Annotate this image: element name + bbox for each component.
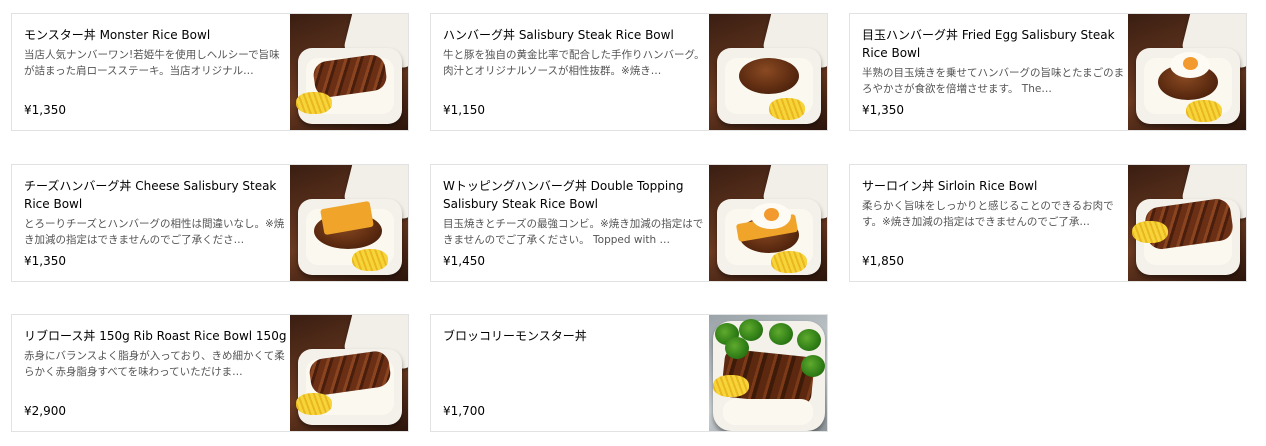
- steak-rice-bowl-photo: [290, 14, 408, 130]
- menu-item-price: ¥1,350: [862, 103, 904, 117]
- menu-item-title: チーズハンバーグ丼 Cheese Salisbury Steak Rice Bo…: [24, 179, 277, 211]
- menu-item-description: 赤身にバランスよく脂身が入っており、きめ細かくて柔らかく赤身脂身すべてを味わって…: [24, 350, 285, 378]
- broccoli-monster-bowl-photo: [709, 315, 827, 431]
- menu-item-card[interactable]: ブロッコリーモンスター丼 ¥1,700: [430, 314, 828, 432]
- menu-item-title: 目玉ハンバーグ丼 Fried Egg Salisbury Steak Rice …: [862, 28, 1115, 60]
- fried-egg-hamburg-photo: [1128, 14, 1246, 130]
- menu-item-description: 目玉焼きとチーズの最強コンビ。※焼き加減の指定はできませんのでご了承ください。 …: [443, 218, 704, 246]
- menu-item-title: モンスター丼 Monster Rice Bowl: [24, 28, 211, 42]
- menu-item-price: ¥2,900: [24, 404, 66, 418]
- menu-item-price: ¥1,350: [24, 254, 66, 268]
- menu-item-card[interactable]: Wトッピングハンバーグ丼 Double Topping Salisbury St…: [430, 164, 828, 282]
- double-topping-hamburg-photo: [709, 165, 827, 281]
- menu-item-description: とろーりチーズとハンバーグの相性は間違いなし。※焼き加減の指定はできませんのでご…: [24, 218, 285, 246]
- menu-item-title: サーロイン丼 Sirloin Rice Bowl: [862, 179, 1038, 193]
- menu-item-description: 牛と豚を独自の黄金比率で配合した手作りハンバーグ。肉汁とオリジナルソースが相性抜…: [443, 49, 705, 77]
- menu-item-title: ブロッコリーモンスター丼: [443, 329, 587, 343]
- menu-item-price: ¥1,850: [862, 254, 904, 268]
- menu-item-card[interactable]: 目玉ハンバーグ丼 Fried Egg Salisbury Steak Rice …: [849, 13, 1247, 131]
- menu-item-card[interactable]: チーズハンバーグ丼 Cheese Salisbury Steak Rice Bo…: [11, 164, 409, 282]
- menu-item-price: ¥1,350: [24, 103, 66, 117]
- menu-item-card[interactable]: サーロイン丼 Sirloin Rice Bowl 柔らかく旨味をしっかりと感じる…: [849, 164, 1247, 282]
- menu-item-price: ¥1,700: [443, 404, 485, 418]
- rib-roast-rice-bowl-photo: [290, 315, 408, 431]
- sirloin-rice-bowl-photo: [1128, 165, 1246, 281]
- menu-item-description: 当店人気ナンバーワン!若姫牛を使用しヘルシーで旨味が詰まった肩ロースステーキ。当…: [24, 49, 280, 77]
- menu-item-title: Wトッピングハンバーグ丼 Double Topping Salisbury St…: [443, 179, 684, 211]
- menu-item-card[interactable]: リブロース丼 150g Rib Roast Rice Bowl 150g 赤身に…: [11, 314, 409, 432]
- menu-item-description: 柔らかく旨味をしっかりと感じることのできるお肉です。※焼き加減の指定はできません…: [862, 200, 1114, 228]
- menu-item-price: ¥1,450: [443, 254, 485, 268]
- menu-item-card[interactable]: ハンバーグ丼 Salisbury Steak Rice Bowl 牛と豚を独自の…: [430, 13, 828, 131]
- menu-item-description: 半熟の目玉焼きを乗せてハンバーグの旨味とたまごのまろやかさが食欲を倍増させます。…: [862, 67, 1125, 95]
- cheese-hamburg-photo: [290, 165, 408, 281]
- menu-item-title: ハンバーグ丼 Salisbury Steak Rice Bowl: [443, 28, 674, 42]
- menu-item-price: ¥1,150: [443, 103, 485, 117]
- menu-item-card[interactable]: モンスター丼 Monster Rice Bowl 当店人気ナンバーワン!若姫牛を…: [11, 13, 409, 131]
- hamburg-rice-bowl-photo: [709, 14, 827, 130]
- menu-item-title: リブロース丼 150g Rib Roast Rice Bowl 150g: [24, 329, 287, 343]
